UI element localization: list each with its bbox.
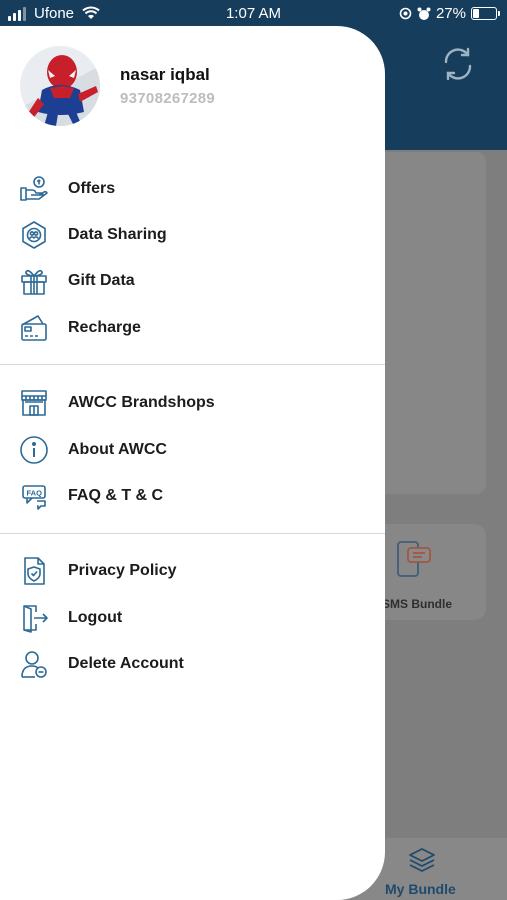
info-icon: [16, 434, 52, 466]
menu-item-about-awcc[interactable]: About AWCC: [16, 432, 366, 468]
menu-item-awcc-brandshops[interactable]: AWCC Brandshops: [16, 385, 366, 421]
menu-item-label: Recharge: [68, 319, 141, 336]
menu-item-label: Logout: [68, 609, 123, 626]
menu-item-label: FAQ & T & C: [68, 487, 164, 504]
menu-item-label: Gift Data: [68, 272, 135, 289]
screen-lock-icon: [399, 7, 412, 20]
menu-item-faq-terms[interactable]: FAQ FAQ & T & C: [16, 478, 366, 514]
divider: [0, 533, 385, 534]
menu-item-label: Data Sharing: [68, 226, 167, 243]
data-sharing-icon: [16, 219, 52, 251]
hand-coin-icon: [16, 173, 52, 205]
tab-my-bundle[interactable]: My Bundle: [385, 881, 456, 897]
layers-icon[interactable]: [407, 846, 437, 876]
status-bar: Ufone 1:07 AM 27%: [0, 0, 507, 28]
menu-item-label: Delete Account: [68, 655, 184, 672]
menu-item-label: Privacy Policy: [68, 562, 177, 579]
navigation-drawer: nasar iqbal 93708267289 Offers Data Shar…: [0, 26, 385, 900]
user-phone-number: 93708267289: [120, 90, 216, 107]
menu-item-offers[interactable]: Offers: [16, 171, 366, 207]
menu-item-privacy-policy[interactable]: Privacy Policy: [16, 553, 366, 589]
faq-icon: FAQ: [16, 480, 52, 512]
alarm-icon: [417, 7, 431, 20]
menu-item-label: Offers: [68, 180, 116, 197]
user-name: nasar iqbal: [120, 65, 210, 84]
divider: [0, 364, 385, 365]
store-icon: [16, 387, 52, 419]
recharge-card-icon: [16, 312, 52, 344]
avatar[interactable]: [20, 46, 100, 126]
gift-icon: [16, 265, 52, 297]
battery-icon: [471, 7, 500, 20]
refresh-icon[interactable]: [438, 44, 478, 84]
menu-item-gift-data[interactable]: Gift Data: [16, 263, 366, 299]
svg-text:FAQ: FAQ: [27, 489, 43, 498]
sms-bundle-label: SMS Bundle: [382, 597, 453, 611]
shield-document-icon: [16, 555, 52, 587]
menu-item-recharge[interactable]: Recharge: [16, 310, 366, 346]
menu-item-label: AWCC Brandshops: [68, 394, 215, 411]
battery-percent: 27%: [435, 5, 466, 22]
menu-item-data-sharing[interactable]: Data Sharing: [16, 217, 366, 253]
menu-item-delete-account[interactable]: Delete Account: [16, 646, 366, 682]
sms-phone-icon: [397, 541, 431, 577]
logout-icon: [16, 602, 52, 634]
delete-user-icon: [16, 648, 52, 680]
menu-item-logout[interactable]: Logout: [16, 600, 366, 636]
menu-item-label: About AWCC: [68, 441, 167, 458]
